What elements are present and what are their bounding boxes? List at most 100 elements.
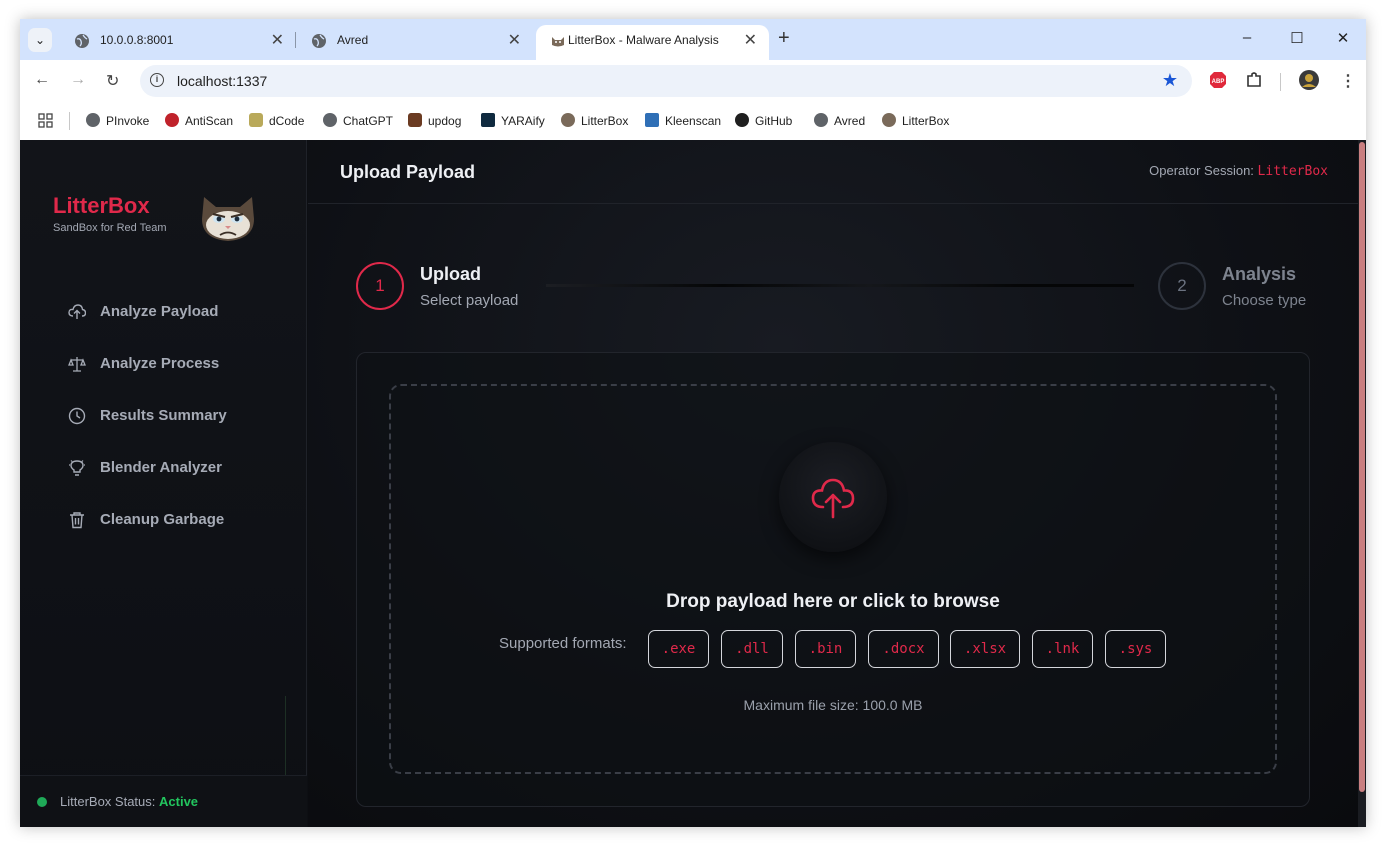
- dcode-icon: [249, 113, 263, 127]
- bookmark-pinvoke[interactable]: PInvoke: [86, 113, 149, 128]
- page-content: LitterBox SandBox for Red Team Analyze P…: [20, 140, 1366, 827]
- scrollbar-thumb[interactable]: [1359, 142, 1365, 792]
- tab-1[interactable]: 10.0.0.8:8001 ✕: [60, 25, 296, 60]
- antiscan-icon: [165, 113, 179, 127]
- menu-kebab-icon[interactable]: ⋮: [1340, 71, 1356, 91]
- page-title: Upload Payload: [340, 162, 476, 182]
- session-label: Operator Session:: [1149, 163, 1254, 178]
- sidebar: LitterBox SandBox for Red Team Analyze P…: [20, 140, 307, 827]
- globe-icon: [323, 113, 337, 127]
- format-badge-lnk: .lnk: [1032, 630, 1093, 668]
- tab-separator: [295, 32, 296, 48]
- formats-label: Supported formats:: [499, 635, 627, 652]
- dropzone-prompt[interactable]: Drop payload here or click to browse: [308, 591, 1358, 613]
- step-1-title: Upload: [420, 264, 481, 284]
- bulb-icon: [69, 460, 85, 476]
- bookmark-updog[interactable]: updog: [408, 113, 461, 128]
- tab-search-button[interactable]: ⌄: [28, 28, 52, 52]
- maximize-button[interactable]: ☐: [1287, 29, 1307, 47]
- reload-icon[interactable]: ↻: [106, 71, 119, 91]
- toolbar-separator: [1280, 73, 1281, 91]
- tab-strip: ⌄ 10.0.0.8:8001 ✕ Avred ✕ LitterBox - Ma…: [20, 19, 1366, 60]
- step-1-circle: 1: [356, 262, 404, 310]
- grumpy-cat-logo: [202, 197, 254, 241]
- bookmark-litterbox-2[interactable]: LitterBox: [882, 113, 949, 128]
- page-header: Upload Payload Operator Session: LitterB…: [308, 140, 1358, 204]
- bookmark-dcode[interactable]: dCode: [249, 113, 304, 128]
- cat-icon: [561, 113, 575, 127]
- close-window-button[interactable]: ✕: [1333, 29, 1353, 47]
- max-file-size: Maximum file size: 100.0 MB: [743, 697, 923, 713]
- trash-icon: [70, 512, 84, 529]
- brand-subtitle: SandBox for Red Team: [53, 222, 167, 234]
- format-badge-sys: .sys: [1105, 630, 1166, 668]
- format-badge-xlsx: .xlsx: [950, 630, 1020, 668]
- forward-arrow-icon[interactable]: →: [70, 71, 86, 89]
- status-text: LitterBox Status: Active: [60, 794, 198, 809]
- extensions-puzzle-icon[interactable]: [1245, 71, 1263, 89]
- brand-title[interactable]: LitterBox: [53, 193, 150, 219]
- bookmark-chatgpt[interactable]: ChatGPT: [323, 113, 393, 128]
- tab-close-icon[interactable]: ✕: [508, 30, 521, 50]
- bookmark-github[interactable]: GitHub: [735, 113, 792, 128]
- status-label: LitterBox Status:: [60, 794, 156, 809]
- bookmark-yaraify[interactable]: YARAify: [481, 113, 545, 128]
- address-bar[interactable]: i localhost:1337 ★: [140, 65, 1192, 97]
- upload-button[interactable]: [779, 442, 887, 552]
- format-badge-docx: .docx: [868, 630, 939, 668]
- profile-avatar-icon[interactable]: [1298, 69, 1320, 91]
- step-progress-line: [546, 284, 1134, 287]
- format-badge-exe: .exe: [648, 630, 709, 668]
- updog-icon: [408, 113, 422, 127]
- bookmark-avred[interactable]: Avred: [814, 113, 865, 128]
- minimize-button[interactable]: –: [1237, 29, 1257, 46]
- status-indicator-dot: [37, 797, 47, 807]
- site-info-icon[interactable]: i: [150, 73, 164, 87]
- cat-favicon-icon: [552, 37, 564, 47]
- scale-icon: [68, 357, 86, 372]
- clock-icon: [68, 407, 86, 425]
- format-badge-bin: .bin: [795, 630, 856, 668]
- bookmark-litterbox[interactable]: LitterBox: [561, 113, 628, 128]
- main-panel: Upload Payload Operator Session: LitterB…: [308, 140, 1358, 827]
- bookmarks-separator: [69, 112, 70, 130]
- back-arrow-icon[interactable]: ←: [34, 71, 50, 89]
- browser-toolbar: ← → ↻ i localhost:1337 ★ ABP ⋮: [20, 60, 1366, 102]
- tab-close-icon[interactable]: ✕: [744, 30, 757, 50]
- step-2-circle: 2: [1158, 262, 1206, 310]
- globe-icon: [86, 113, 100, 127]
- step-1-subtitle: Select payload: [420, 292, 519, 309]
- cat-icon: [882, 113, 896, 127]
- svg-text:ABP: ABP: [1212, 79, 1225, 85]
- yaraify-icon: [481, 113, 495, 127]
- tab-2[interactable]: Avred ✕: [297, 25, 533, 60]
- bookmarks-bar: PInvoke AntiScan dCode ChatGPT updog YAR…: [20, 102, 1366, 140]
- url-text[interactable]: localhost:1337: [177, 73, 267, 89]
- globe-icon: [75, 34, 89, 48]
- status-bar: LitterBox Status: Active: [20, 775, 307, 827]
- apps-grid-icon[interactable]: [38, 113, 53, 128]
- operator-session: Operator Session: LitterBox: [1149, 163, 1328, 179]
- tab-title: LitterBox - Malware Analysis: [568, 33, 719, 47]
- cloud-upload-icon: [811, 478, 855, 519]
- bookmark-star-icon[interactable]: ★: [1162, 70, 1178, 91]
- status-value: Active: [159, 794, 199, 809]
- format-badge-dll: .dll: [721, 630, 783, 668]
- tab-3-active[interactable]: LitterBox - Malware Analysis ✕: [536, 25, 769, 60]
- session-value: LitterBox: [1257, 164, 1328, 179]
- tab-title: Avred: [337, 33, 369, 47]
- tab-title: 10.0.0.8:8001: [100, 33, 174, 47]
- step-2-title: Analysis: [1222, 264, 1297, 284]
- globe-icon: [312, 34, 326, 48]
- bookmark-antiscan[interactable]: AntiScan: [165, 113, 233, 128]
- kleenscan-icon: [645, 113, 659, 127]
- new-tab-button[interactable]: +: [778, 27, 790, 50]
- github-icon: [735, 113, 749, 127]
- tab-close-icon[interactable]: ✕: [271, 30, 284, 50]
- page-scrollbar[interactable]: [1358, 140, 1366, 827]
- globe-icon: [814, 113, 828, 127]
- bookmark-kleenscan[interactable]: Kleenscan: [645, 113, 721, 128]
- browser-window: ⌄ 10.0.0.8:8001 ✕ Avred ✕ LitterBox - Ma…: [20, 19, 1366, 827]
- cloud-upload-icon: [68, 304, 86, 319]
- adblock-icon[interactable]: ABP: [1209, 71, 1227, 89]
